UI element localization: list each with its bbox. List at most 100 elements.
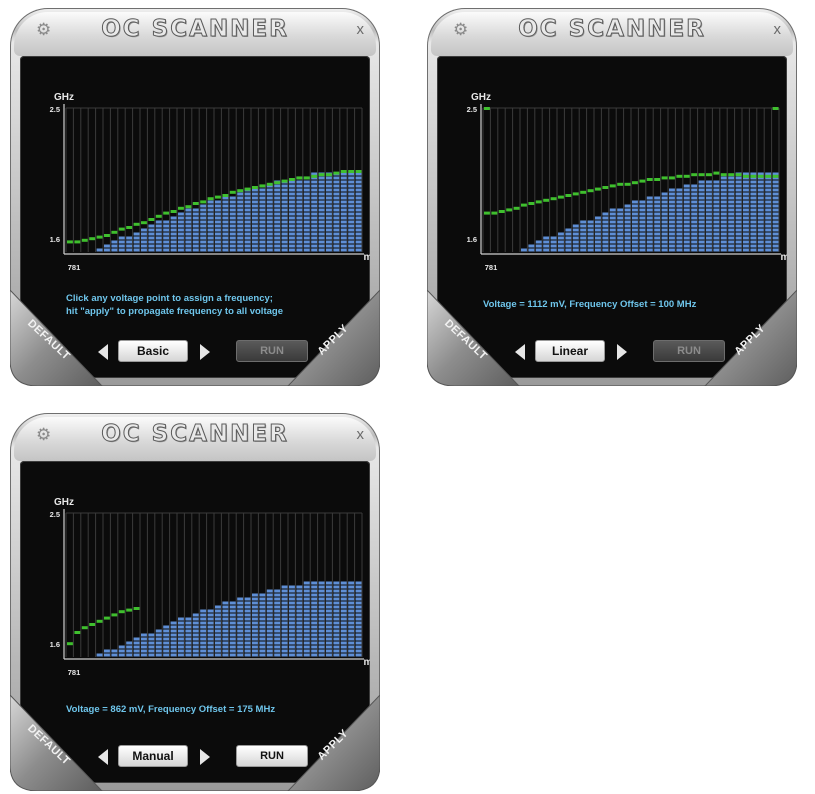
bar[interactable] bbox=[281, 585, 288, 657]
bar[interactable] bbox=[543, 236, 550, 252]
bar[interactable] bbox=[281, 180, 288, 252]
bar[interactable] bbox=[528, 244, 535, 252]
bar[interactable] bbox=[340, 581, 347, 657]
curve-point[interactable] bbox=[595, 187, 601, 191]
curve-point[interactable] bbox=[340, 170, 347, 173]
bar[interactable] bbox=[521, 248, 527, 252]
bar[interactable] bbox=[252, 188, 258, 252]
curve-point[interactable] bbox=[706, 173, 712, 177]
curve-point[interactable] bbox=[89, 237, 96, 241]
default-button[interactable]: DEFAULT bbox=[427, 290, 527, 386]
bar[interactable] bbox=[735, 172, 742, 252]
bar[interactable] bbox=[185, 617, 192, 657]
curve-point[interactable] bbox=[565, 194, 572, 197]
curve-point[interactable] bbox=[170, 210, 177, 213]
bar[interactable] bbox=[698, 180, 705, 252]
bar[interactable] bbox=[192, 208, 199, 252]
bar[interactable] bbox=[318, 172, 325, 252]
bar[interactable] bbox=[207, 200, 214, 252]
bar[interactable] bbox=[348, 172, 355, 252]
curve-point[interactable] bbox=[229, 190, 236, 194]
curve-point[interactable] bbox=[654, 178, 661, 181]
bar[interactable] bbox=[141, 228, 147, 252]
curve-point[interactable] bbox=[535, 200, 542, 204]
curve-point[interactable] bbox=[580, 190, 587, 194]
curve-point[interactable] bbox=[355, 170, 362, 173]
curve-point[interactable] bbox=[326, 173, 332, 177]
bar[interactable] bbox=[244, 188, 251, 252]
curve-point[interactable] bbox=[178, 206, 184, 210]
bar[interactable] bbox=[148, 633, 155, 657]
curve-point[interactable] bbox=[133, 607, 140, 610]
bar[interactable] bbox=[318, 581, 325, 657]
bar[interactable] bbox=[178, 617, 184, 657]
mode-selector[interactable]: Linear bbox=[535, 340, 605, 362]
bar[interactable] bbox=[743, 172, 749, 252]
bar[interactable] bbox=[289, 180, 295, 252]
bar[interactable] bbox=[757, 172, 764, 252]
bar[interactable] bbox=[178, 212, 184, 252]
bar[interactable] bbox=[215, 605, 221, 657]
curve-point[interactable] bbox=[81, 238, 88, 242]
next-mode-arrow-icon[interactable] bbox=[617, 344, 627, 360]
curve-point[interactable] bbox=[318, 173, 325, 177]
curve-point[interactable] bbox=[252, 186, 258, 189]
curve-point[interactable] bbox=[587, 189, 594, 193]
curve-point[interactable] bbox=[609, 184, 616, 188]
bar[interactable] bbox=[311, 581, 318, 657]
bar[interactable] bbox=[126, 236, 133, 252]
curve-point[interactable] bbox=[104, 616, 110, 620]
bar[interactable] bbox=[333, 581, 340, 657]
curve-point[interactable] bbox=[669, 176, 675, 180]
curve-point[interactable] bbox=[757, 174, 764, 178]
curve-point[interactable] bbox=[543, 198, 550, 202]
curve-point[interactable] bbox=[133, 222, 140, 226]
curve-point[interactable] bbox=[617, 182, 624, 186]
bar[interactable] bbox=[252, 593, 258, 657]
voltage-frequency-chart[interactable]: GHz2.51.6mV781 bbox=[20, 56, 370, 296]
voltage-frequency-chart[interactable]: GHz2.51.6mV781 bbox=[20, 461, 370, 701]
curve-point[interactable] bbox=[81, 626, 88, 630]
bar[interactable] bbox=[237, 597, 244, 657]
bar[interactable] bbox=[111, 240, 118, 252]
previous-mode-arrow-icon[interactable] bbox=[98, 344, 108, 360]
bar[interactable] bbox=[728, 176, 735, 252]
bar[interactable] bbox=[669, 188, 675, 252]
curve-point[interactable] bbox=[296, 176, 303, 180]
bar[interactable] bbox=[244, 597, 251, 657]
curve-point[interactable] bbox=[126, 608, 133, 612]
bar[interactable] bbox=[609, 208, 616, 252]
curve-point[interactable] bbox=[118, 227, 125, 231]
bar[interactable] bbox=[229, 196, 236, 252]
curve-point[interactable] bbox=[67, 240, 73, 244]
bar[interactable] bbox=[661, 192, 668, 252]
run-button[interactable]: RUN bbox=[236, 340, 308, 362]
bar[interactable] bbox=[133, 232, 140, 252]
curve-point[interactable] bbox=[602, 186, 609, 189]
curve-point[interactable] bbox=[111, 613, 118, 617]
curve-point[interactable] bbox=[661, 176, 668, 180]
close-icon[interactable]: x bbox=[774, 21, 782, 38]
bar[interactable] bbox=[96, 248, 103, 252]
curve-point[interactable] bbox=[67, 642, 73, 646]
bar[interactable] bbox=[765, 172, 772, 252]
bar[interactable] bbox=[639, 200, 646, 252]
bar[interactable] bbox=[326, 581, 332, 657]
curve-point[interactable] bbox=[498, 210, 505, 213]
curve-point[interactable] bbox=[646, 178, 653, 181]
bar[interactable] bbox=[311, 172, 318, 252]
curve-point[interactable] bbox=[74, 240, 81, 244]
curve-point[interactable] bbox=[572, 192, 579, 196]
curve-point[interactable] bbox=[491, 211, 498, 215]
curve-point[interactable] bbox=[311, 174, 318, 178]
bar[interactable] bbox=[266, 589, 273, 657]
bar[interactable] bbox=[274, 589, 281, 657]
bar[interactable] bbox=[713, 180, 720, 252]
mode-selector[interactable]: Basic bbox=[118, 340, 188, 362]
curve-point[interactable] bbox=[743, 174, 749, 178]
bar[interactable] bbox=[170, 621, 177, 657]
curve-point[interactable] bbox=[348, 170, 355, 173]
close-icon[interactable]: x bbox=[357, 21, 365, 38]
run-button[interactable]: RUN bbox=[653, 340, 725, 362]
bar[interactable] bbox=[296, 585, 303, 657]
